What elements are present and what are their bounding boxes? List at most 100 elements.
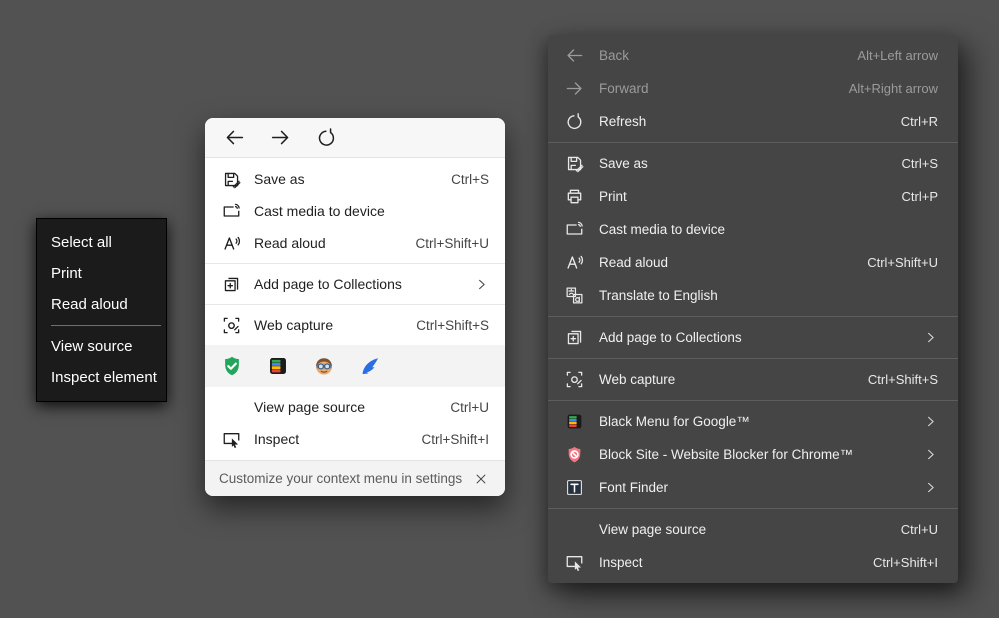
- menu-item-label: Inspect element: [51, 369, 157, 386]
- menu-item-save-as[interactable]: Save as Ctrl+S: [205, 163, 505, 195]
- chevron-right-icon: [923, 414, 938, 429]
- menu-separator: [548, 400, 958, 401]
- menu-item-label: Read aloud: [254, 235, 415, 251]
- menu-item-label: Cast media to device: [599, 222, 725, 237]
- menu-item-read-aloud[interactable]: Read aloud Ctrl+Shift+U: [548, 246, 958, 279]
- menu-nav-bar: [205, 118, 505, 158]
- collections-icon: [564, 328, 584, 348]
- shortcut-label: Ctrl+S: [902, 156, 938, 171]
- refresh-icon: [316, 127, 337, 148]
- close-button[interactable]: [471, 469, 491, 489]
- read-aloud-icon: [564, 253, 584, 273]
- block-site-extension-icon[interactable]: [313, 355, 335, 377]
- footer-message: Customize your context menu in settings: [219, 471, 471, 486]
- context-menu-middle: Save as Ctrl+S Cast media to device Read…: [205, 118, 505, 496]
- menu-item-label: Back: [599, 48, 629, 63]
- menu-item-cast-media[interactable]: Cast media to device: [548, 213, 958, 246]
- forward-button[interactable]: [263, 123, 297, 153]
- menu-item-label: Add page to Collections: [254, 276, 474, 292]
- menu-item-label: Print: [599, 189, 627, 204]
- menu-item-label: Inspect: [599, 555, 643, 570]
- menu-item-print[interactable]: Print Ctrl+P: [548, 180, 958, 213]
- menu-item-view-page-source[interactable]: View page source Ctrl+U: [205, 391, 505, 423]
- web-capture-icon: [221, 315, 241, 335]
- menu-item-label: Forward: [599, 81, 649, 96]
- shortcut-label: Ctrl+Shift+U: [867, 255, 938, 270]
- menu-item-label: View page source: [254, 399, 450, 415]
- read-aloud-icon: [221, 233, 241, 253]
- menu-item-block-site-extension[interactable]: Block Site - Website Blocker for Chrome™: [548, 438, 958, 471]
- back-button[interactable]: [217, 123, 251, 153]
- menu-item-back[interactable]: Back Alt+Left arrow: [548, 39, 958, 72]
- menu-item-label: Refresh: [599, 114, 646, 129]
- save-as-icon: [221, 169, 241, 189]
- menu-item-web-capture[interactable]: Web capture Ctrl+Shift+S: [205, 309, 505, 341]
- menu-separator: [51, 325, 161, 326]
- shortcut-label: Ctrl+Shift+I: [421, 432, 489, 447]
- refresh-icon: [564, 112, 584, 132]
- shortcut-label: Ctrl+P: [902, 189, 938, 204]
- menu-item-view-source[interactable]: View source: [37, 331, 166, 362]
- menu-item-print[interactable]: Print: [37, 258, 166, 289]
- menu-item-inspect[interactable]: Inspect Ctrl+Shift+I: [548, 546, 958, 579]
- menu-item-inspect[interactable]: Inspect Ctrl+Shift+I: [205, 423, 505, 455]
- menu-item-label: Read aloud: [51, 296, 128, 313]
- inspect-icon: [564, 553, 584, 573]
- menu-item-cast-media[interactable]: Cast media to device: [205, 195, 505, 227]
- menu-item-forward[interactable]: Forward Alt+Right arrow: [548, 72, 958, 105]
- forward-arrow-icon: [564, 79, 584, 99]
- menu-item-add-to-collections[interactable]: Add page to Collections: [205, 268, 505, 300]
- font-finder-extension-icon[interactable]: [359, 355, 381, 377]
- menu-item-label: Web capture: [599, 372, 675, 387]
- menu-item-save-as[interactable]: Save as Ctrl+S: [548, 147, 958, 180]
- menu-item-label: Translate to English: [599, 288, 718, 303]
- menu-item-label: Save as: [599, 156, 648, 171]
- printer-icon: [564, 187, 584, 207]
- menu-item-font-finder-extension[interactable]: Font Finder: [548, 471, 958, 504]
- black-menu-extension-icon[interactable]: [267, 355, 289, 377]
- menu-item-add-to-collections[interactable]: Add page to Collections: [548, 321, 958, 354]
- shortcut-label: Ctrl+Shift+U: [415, 236, 489, 251]
- menu-separator: [548, 142, 958, 143]
- menu-item-translate[interactable]: Translate to English: [548, 279, 958, 312]
- menu-item-web-capture[interactable]: Web capture Ctrl+Shift+S: [548, 363, 958, 396]
- icon-spacer: [564, 520, 584, 540]
- font-finder-extension-icon: [564, 478, 584, 498]
- menu-item-inspect-element[interactable]: Inspect element: [37, 362, 166, 393]
- menu-item-label: Font Finder: [599, 480, 668, 495]
- back-arrow-icon: [564, 46, 584, 66]
- extensions-row: [205, 345, 505, 387]
- shortcut-label: Ctrl+U: [450, 400, 489, 415]
- menu-item-view-page-source[interactable]: View page source Ctrl+U: [548, 513, 958, 546]
- context-menu-right: Back Alt+Left arrow Forward Alt+Right ar…: [548, 35, 958, 583]
- shortcut-label: Alt+Left arrow: [857, 48, 938, 63]
- menu-item-read-aloud[interactable]: Read aloud: [37, 289, 166, 320]
- shortcut-label: Ctrl+R: [901, 114, 938, 129]
- menu-item-label: View source: [51, 338, 132, 355]
- menu-separator: [205, 304, 505, 305]
- cast-icon: [564, 220, 584, 240]
- icon-spacer: [221, 397, 241, 417]
- menu-separator: [548, 508, 958, 509]
- collections-icon: [221, 274, 241, 294]
- shortcut-label: Ctrl+Shift+I: [873, 555, 938, 570]
- shield-check-extension-icon[interactable]: [221, 355, 243, 377]
- menu-item-read-aloud[interactable]: Read aloud Ctrl+Shift+U: [205, 227, 505, 259]
- menu-item-select-all[interactable]: Select all: [37, 227, 166, 258]
- menu-item-label: Block Site - Website Blocker for Chrome™: [599, 447, 853, 462]
- menu-body: Save as Ctrl+S Cast media to device Read…: [205, 158, 505, 460]
- menu-separator: [548, 316, 958, 317]
- menu-footer: Customize your context menu in settings: [205, 460, 505, 496]
- shortcut-label: Ctrl+Shift+S: [868, 372, 938, 387]
- menu-item-label: Save as: [254, 171, 451, 187]
- chevron-right-icon: [474, 277, 489, 292]
- menu-item-black-menu-extension[interactable]: Black Menu for Google™: [548, 405, 958, 438]
- menu-item-label: Add page to Collections: [599, 330, 742, 345]
- refresh-button[interactable]: [309, 123, 343, 153]
- close-icon: [474, 472, 488, 486]
- menu-item-label: Inspect: [254, 431, 421, 447]
- translate-icon: [564, 286, 584, 306]
- menu-item-refresh[interactable]: Refresh Ctrl+R: [548, 105, 958, 138]
- black-menu-extension-icon: [564, 412, 584, 432]
- forward-arrow-icon: [270, 127, 291, 148]
